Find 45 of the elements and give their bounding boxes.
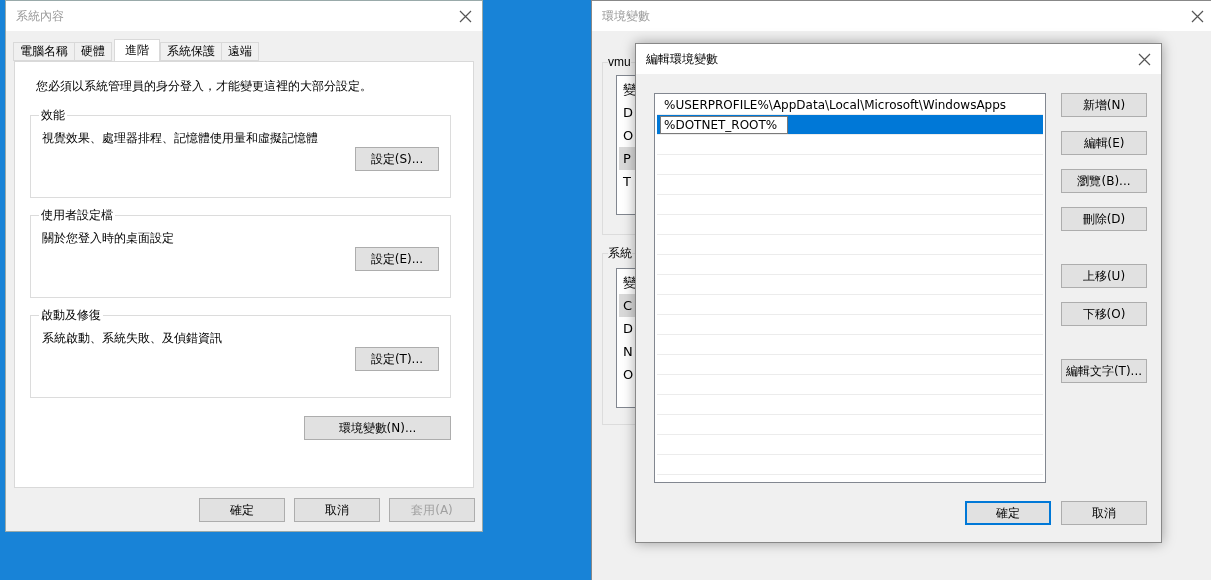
variable-row[interactable]: D [619, 317, 636, 340]
notice-text: 您必須以系統管理員的身分登入，才能變更這裡的大部分設定。 [36, 78, 373, 95]
action-button[interactable]: 編輯文字(T)... [1061, 359, 1147, 383]
tab[interactable]: 硬體 [74, 42, 112, 61]
group-description: 系統啟動、系統失敗、及偵錯資訊 [42, 330, 223, 347]
tab[interactable]: 系統保護 [160, 42, 222, 61]
tab[interactable]: 遠端 [221, 42, 259, 61]
dialog-button[interactable]: 取消 [1061, 501, 1147, 525]
group-title: 啟動及修復 [40, 307, 102, 324]
dialog-button[interactable]: 確定 [199, 498, 285, 522]
window-title: 環境變數 [602, 7, 650, 25]
action-button[interactable]: 下移(O) [1061, 302, 1147, 326]
environment-variables-button[interactable]: 環境變數(N)... [304, 416, 451, 440]
variable-row[interactable]: T [619, 170, 636, 193]
tab[interactable]: 電腦名稱 [13, 42, 75, 61]
action-button[interactable]: 編輯(E) [1061, 131, 1147, 155]
action-button[interactable]: 上移(U) [1061, 264, 1147, 288]
column-header: 變 [622, 273, 636, 292]
column-header: 變 [622, 80, 636, 99]
variable-row[interactable]: D [619, 101, 636, 124]
path-entry[interactable]: %USERPROFILE%\AppData\Local\Microsoft\WindowsApps [664, 97, 1007, 112]
dialog-button[interactable]: 取消 [294, 498, 380, 522]
group-title: 系統 [608, 245, 632, 262]
settings-button[interactable]: 設定(E)... [355, 247, 439, 271]
settings-button[interactable]: 設定(T)... [355, 347, 439, 371]
group-title: 使用者設定檔 [40, 207, 114, 224]
action-button[interactable]: 新增(N) [1061, 93, 1147, 117]
dialog-button[interactable]: 確定 [965, 501, 1051, 525]
group-description: 關於您登入時的桌面設定 [42, 230, 175, 247]
tab[interactable]: 進階 [114, 39, 160, 61]
close-icon[interactable] [1191, 9, 1204, 23]
variable-row[interactable]: N [619, 340, 636, 363]
action-button[interactable]: 刪除(D) [1061, 207, 1147, 231]
action-button[interactable]: 瀏覽(B)... [1061, 169, 1147, 193]
path-input[interactable]: %DOTNET_ROOT% [660, 115, 788, 134]
variable-row[interactable]: O [619, 124, 636, 147]
variable-row[interactable]: O [619, 363, 636, 386]
window-title: 編輯環境變數 [646, 50, 718, 68]
group-description: 視覺效果、處理器排程、記憶體使用量和虛擬記憶體 [42, 130, 319, 147]
close-icon[interactable] [459, 9, 472, 23]
settings-button[interactable]: 設定(S)... [355, 147, 439, 171]
close-icon[interactable] [1138, 52, 1151, 66]
group-title: 效能 [40, 107, 66, 124]
group-title: vmu [608, 55, 631, 69]
window-title: 系統內容 [16, 7, 64, 25]
